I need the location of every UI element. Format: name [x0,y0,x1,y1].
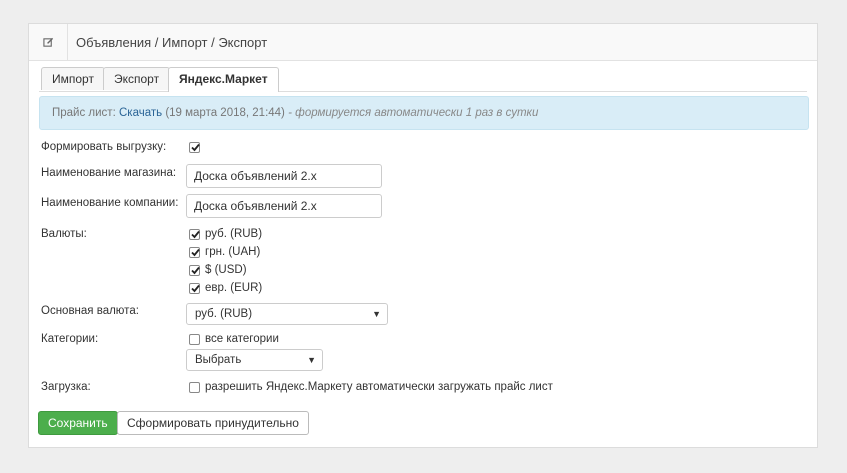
download-link[interactable]: Скачать [119,107,162,119]
price-list-alert: Прайс лист: Скачать (19 марта 2018, 21:4… [39,96,809,130]
tab-import[interactable]: Импорт [41,67,105,90]
currency-rub-label: руб. (RUB) [205,228,263,240]
tab-bar: Импорт Экспорт Яндекс.Маркет [39,67,807,92]
categories-select-value: Выбрать [195,354,242,366]
currency-uah-checkbox[interactable] [189,247,200,258]
currency-eur-label: евр. (EUR) [205,282,263,294]
currencies-label: Валюты: [41,228,87,240]
shop-name-label: Наименование магазина: [41,167,177,179]
currency-usd-checkbox[interactable] [189,265,200,276]
categories-label: Категории: [41,333,99,345]
main-currency-select[interactable]: руб. (RUB) ▼ [186,303,388,325]
tab-export[interactable]: Экспорт [103,67,171,90]
edit-icon [29,24,68,60]
upload-checkbox-label: разрешить Яндекс.Маркету автоматически з… [205,381,553,393]
categories-select[interactable]: Выбрать ▼ [186,349,323,371]
tab-yandex-market[interactable]: Яндекс.Маркет [168,67,279,92]
alert-note: - формируется автоматически 1 раз в сутк… [288,107,539,119]
all-categories-label: все категории [205,333,279,345]
main-panel: Объявления / Импорт / Экспорт Импорт Экс… [28,23,818,448]
alert-date: (19 марта 2018, 21:44) [165,107,285,119]
force-generate-button[interactable]: Сформировать принудительно [117,411,309,435]
upload-checkbox[interactable] [189,382,200,393]
currency-usd-label: $ (USD) [205,264,247,276]
upload-label: Загрузка: [41,381,91,393]
page-title: Объявления / Импорт / Экспорт [76,34,268,50]
panel-header: Объявления / Импорт / Экспорт [29,24,817,61]
save-button[interactable]: Сохранить [38,411,118,435]
currency-rub-checkbox[interactable] [189,229,200,240]
export-label: Формировать выгрузку: [41,141,167,153]
currency-eur-checkbox[interactable] [189,283,200,294]
chevron-down-icon: ▼ [372,309,381,319]
alert-prefix: Прайс лист: [52,107,116,119]
main-currency-value: руб. (RUB) [195,308,253,320]
export-checkbox[interactable] [189,142,200,153]
company-name-input[interactable] [186,194,382,218]
main-currency-label: Основная валюта: [41,305,139,317]
shop-name-input[interactable] [186,164,382,188]
currency-uah-label: грн. (UAH) [205,246,261,258]
all-categories-checkbox[interactable] [189,334,200,345]
chevron-down-icon: ▼ [307,355,316,365]
company-name-label: Наименование компании: [41,197,179,209]
